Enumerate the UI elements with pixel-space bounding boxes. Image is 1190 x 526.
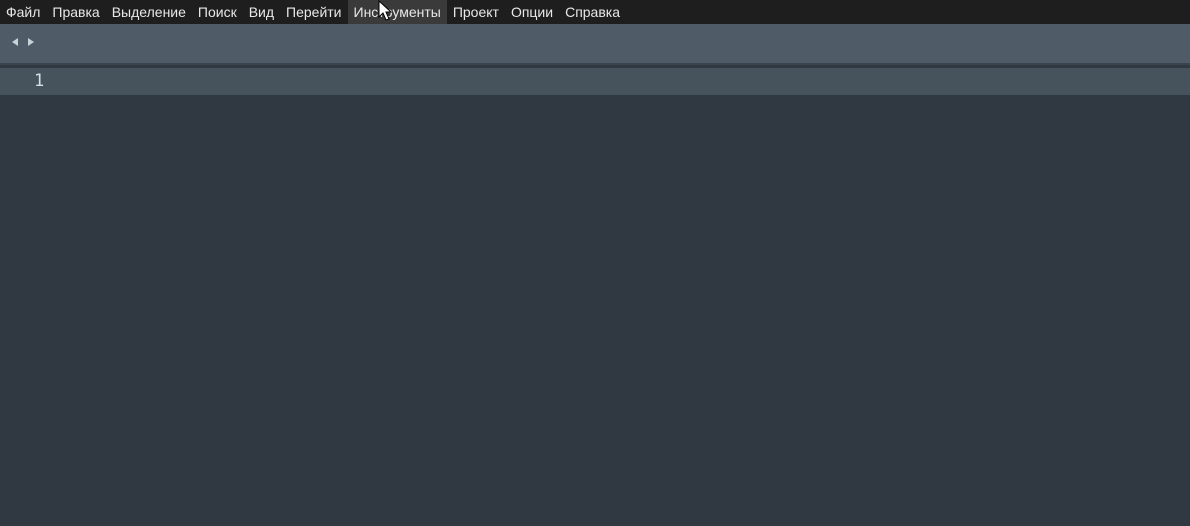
menu-help[interactable]: Справка: [559, 0, 626, 24]
chevron-right-icon[interactable]: [25, 36, 37, 48]
current-line-highlight: [0, 68, 1190, 95]
menu-find[interactable]: Поиск: [192, 0, 243, 24]
menu-view[interactable]: Вид: [243, 0, 280, 24]
tab-bar: [0, 24, 1190, 65]
menu-edit[interactable]: Правка: [46, 0, 105, 24]
editor-window: Файл Правка Выделение Поиск Вид Перейти …: [0, 0, 1190, 526]
chevron-left-icon[interactable]: [9, 36, 21, 48]
menu-goto[interactable]: Перейти: [280, 0, 347, 24]
line-number: 1: [34, 71, 45, 91]
menu-bar: Файл Правка Выделение Поиск Вид Перейти …: [0, 0, 1190, 24]
menu-project[interactable]: Проект: [447, 0, 505, 24]
menu-preferences[interactable]: Опции: [505, 0, 559, 24]
editor-area[interactable]: 1: [0, 66, 1190, 526]
tab-navigation: [9, 36, 37, 48]
menu-tools[interactable]: Инструменты: [347, 0, 447, 24]
menu-file[interactable]: Файл: [0, 0, 46, 24]
menu-selection[interactable]: Выделение: [106, 0, 192, 24]
